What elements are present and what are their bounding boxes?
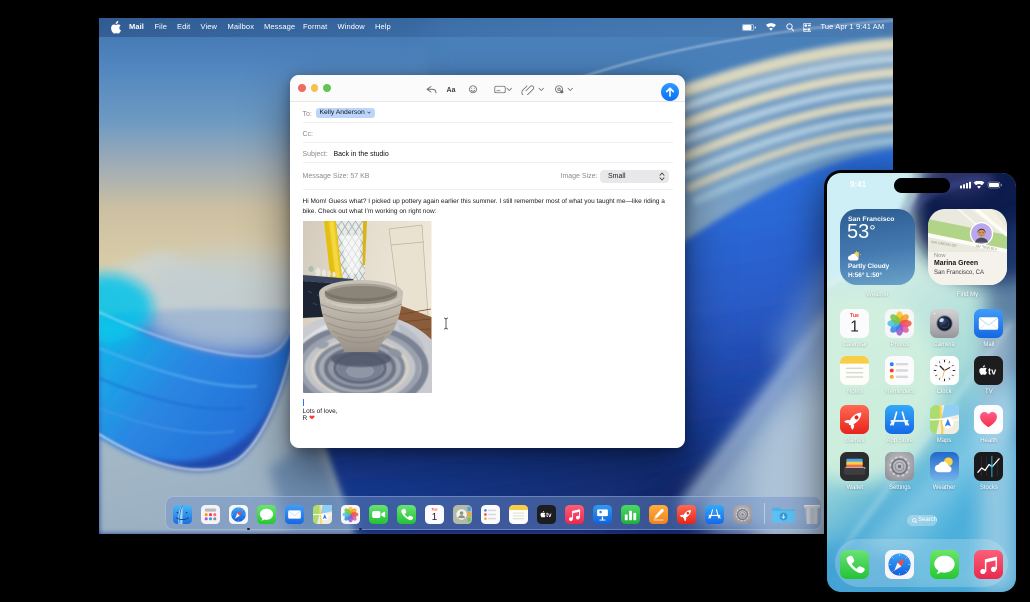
svg-text:tv: tv <box>988 366 997 376</box>
svg-text:1: 1 <box>851 318 860 335</box>
svg-text:tv: tv <box>546 513 552 519</box>
svg-text:Tue: Tue <box>432 507 438 511</box>
svg-text:Aa: Aa <box>447 86 456 93</box>
svg-text:1: 1 <box>432 511 438 522</box>
